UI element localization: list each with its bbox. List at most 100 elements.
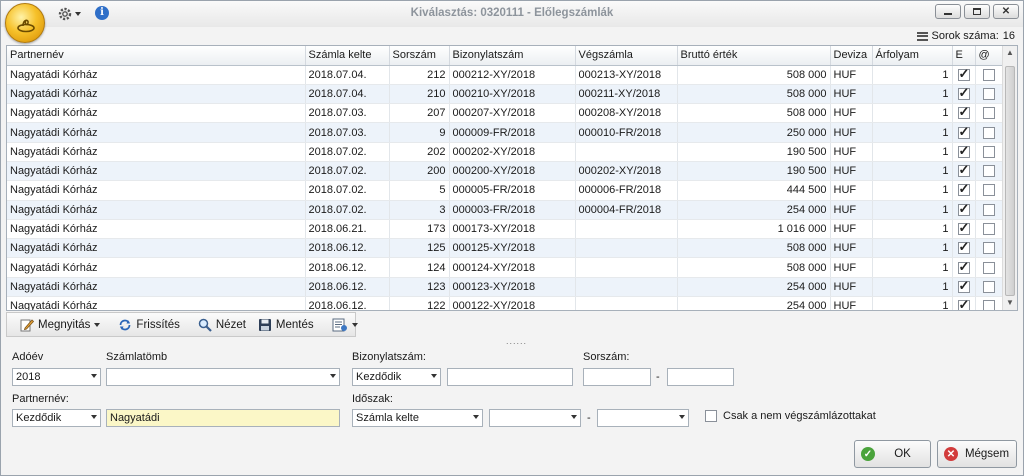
invoice-grid[interactable]: Partnernév Számla kelte Sorszám Bizonylatsz… — [6, 45, 1018, 311]
refresh-button[interactable]: Frissítés — [113, 315, 184, 335]
partner-cell: Nagyatádi Kórház — [7, 65, 306, 85]
scroll-thumb[interactable] — [1005, 66, 1015, 296]
serial-number-cell: 200 — [389, 161, 450, 182]
column-header[interactable]: Deviza — [830, 46, 873, 66]
partner-name-mode-select[interactable]: Kezdődik — [12, 409, 101, 427]
grid-header: Partnernév Számla kelte Sorszám Bizonylatsz… — [7, 46, 1004, 66]
serial-from-input[interactable] — [583, 368, 651, 386]
app-menu-button[interactable] — [5, 3, 45, 43]
e-flag-checkbox[interactable] — [957, 143, 970, 159]
serial-number-cell: 5 — [389, 180, 450, 201]
column-header[interactable]: @ — [975, 46, 1004, 66]
period-to-select[interactable] — [597, 409, 689, 427]
partner-cell: Nagyatádi Kórház — [7, 200, 306, 220]
export-icon — [332, 318, 347, 331]
scroll-down-icon[interactable]: ▼ — [1003, 296, 1017, 310]
document-number-mode-select[interactable]: Kezdődik — [352, 368, 441, 386]
column-header[interactable]: E — [952, 46, 976, 66]
e-flag-checkbox[interactable] — [957, 259, 970, 275]
currency-cell: HUF — [830, 238, 873, 259]
e-flag-checkbox[interactable] — [957, 239, 970, 255]
grid-vertical-scrollbar[interactable]: ▲ ▼ — [1002, 46, 1017, 310]
minimize-button[interactable] — [935, 4, 961, 19]
document-number-cell: 000212-XY/2018 — [449, 65, 576, 85]
maximize-icon — [973, 8, 981, 15]
email-flag-checkbox[interactable] — [983, 145, 995, 158]
e-flag-checkbox[interactable] — [957, 278, 970, 294]
table-row[interactable]: Nagyatádi Kórház 2018.07.03. 207 000207-XY/… — [7, 103, 1004, 124]
column-header[interactable]: Számla kelte — [305, 46, 390, 66]
e-flag-checkbox[interactable] — [957, 85, 970, 101]
e-flag-checkbox[interactable] — [957, 66, 970, 82]
document-number-input[interactable] — [447, 368, 573, 386]
close-button[interactable]: ✕ — [993, 4, 1019, 19]
email-flag-checkbox[interactable] — [983, 126, 995, 139]
table-row[interactable]: Nagyatádi Kórház 2018.07.02. 202 000202-XY/… — [7, 142, 1004, 162]
table-row[interactable]: Nagyatádi Kórház 2018.06.12. 123 000123-XY/… — [7, 277, 1004, 298]
e-flag-checkbox[interactable] — [957, 124, 970, 140]
table-row[interactable]: Nagyatádi Kórház 2018.06.12. 122 000122-XY/… — [7, 296, 1004, 310]
e-flag-cell — [952, 238, 976, 259]
email-flag-checkbox[interactable] — [983, 87, 995, 100]
column-header[interactable]: Sorszám — [389, 46, 450, 66]
invoice-date-cell: 2018.06.12. — [305, 296, 390, 310]
table-row[interactable]: Nagyatádi Kórház 2018.07.04. 212 000212-XY/… — [7, 65, 1004, 85]
invoice-block-select[interactable] — [106, 368, 340, 386]
partner-name-input[interactable]: Nagyatádi — [106, 409, 340, 427]
save-button[interactable]: Mentés — [253, 315, 319, 335]
table-row[interactable]: Nagyatádi Kórház 2018.07.03. 9 000009-FR/20… — [7, 122, 1004, 143]
email-flag-checkbox[interactable] — [983, 242, 995, 255]
e-flag-cell — [952, 200, 976, 220]
table-row[interactable]: Nagyatádi Kórház 2018.07.04. 210 000210-XY/… — [7, 84, 1004, 105]
e-flag-checkbox[interactable] — [957, 181, 970, 197]
e-flag-checkbox[interactable] — [957, 201, 970, 217]
cancel-button[interactable]: ✕ Mégsem — [937, 440, 1017, 468]
table-row[interactable]: Nagyatádi Kórház 2018.06.21. 173 000173-XY/… — [7, 219, 1004, 240]
table-row[interactable]: Nagyatádi Kórház 2018.06.12. 125 000125-XY/… — [7, 238, 1004, 259]
serial-number-cell: 210 — [389, 84, 450, 105]
ok-button[interactable]: ✓ OK — [854, 440, 931, 468]
period-from-select[interactable] — [489, 409, 581, 427]
period-type-select[interactable]: Számla kelte — [352, 409, 483, 427]
only-not-final-checkbox[interactable] — [705, 410, 717, 422]
table-row[interactable]: Nagyatádi Kórház 2018.07.02. 200 000200-XY/… — [7, 161, 1004, 182]
email-flag-checkbox[interactable] — [983, 165, 995, 178]
email-flag-checkbox[interactable] — [983, 203, 995, 216]
email-flag-checkbox[interactable] — [983, 223, 995, 236]
table-row[interactable]: Nagyatádi Kórház 2018.07.02. 3 000003-FR/20… — [7, 200, 1004, 220]
only-not-final-checkbox-row[interactable]: Csak a nem végszámlázottakat — [705, 410, 876, 422]
scroll-up-icon[interactable]: ▲ — [1003, 46, 1017, 60]
e-flag-checkbox[interactable] — [957, 297, 970, 310]
email-flag-checkbox[interactable] — [983, 68, 995, 81]
chevron-down-icon — [679, 415, 685, 419]
table-row[interactable]: Nagyatádi Kórház 2018.07.02. 5 000005-FR/20… — [7, 180, 1004, 201]
email-flag-checkbox[interactable] — [983, 261, 995, 274]
partner-cell: Nagyatádi Kórház — [7, 161, 306, 182]
email-flag-checkbox[interactable] — [983, 107, 995, 120]
column-header[interactable]: Végszámla — [575, 46, 678, 66]
view-button[interactable]: Nézet — [193, 315, 251, 335]
year-select[interactable]: 2018 — [12, 368, 101, 386]
e-flag-checkbox[interactable] — [957, 162, 970, 178]
serial-number-cell: 123 — [389, 277, 450, 298]
e-flag-checkbox[interactable] — [957, 104, 970, 120]
open-button[interactable]: Megnyitás — [15, 315, 105, 335]
column-header[interactable]: Partnernév — [7, 46, 306, 66]
exchange-rate-cell: 1 — [872, 103, 953, 124]
e-flag-checkbox[interactable] — [957, 220, 970, 236]
chevron-down-icon — [94, 322, 101, 327]
maximize-button[interactable] — [964, 4, 990, 19]
final-invoice-cell — [575, 257, 678, 278]
column-header[interactable]: Bizonylatszám — [449, 46, 576, 66]
serial-to-input[interactable] — [667, 368, 734, 386]
email-flag-checkbox[interactable] — [983, 300, 995, 310]
e-flag-cell — [952, 142, 976, 162]
email-flag-cell — [975, 161, 1004, 182]
column-header[interactable]: Bruttó érték — [677, 46, 831, 66]
export-menu-button[interactable] — [327, 315, 363, 335]
splitter-handle[interactable]: ...... — [506, 336, 527, 346]
column-header[interactable]: Árfolyam — [872, 46, 953, 66]
table-row[interactable]: Nagyatádi Kórház 2018.06.12. 124 000124-XY/… — [7, 257, 1004, 278]
email-flag-checkbox[interactable] — [983, 280, 995, 293]
email-flag-checkbox[interactable] — [983, 184, 995, 197]
